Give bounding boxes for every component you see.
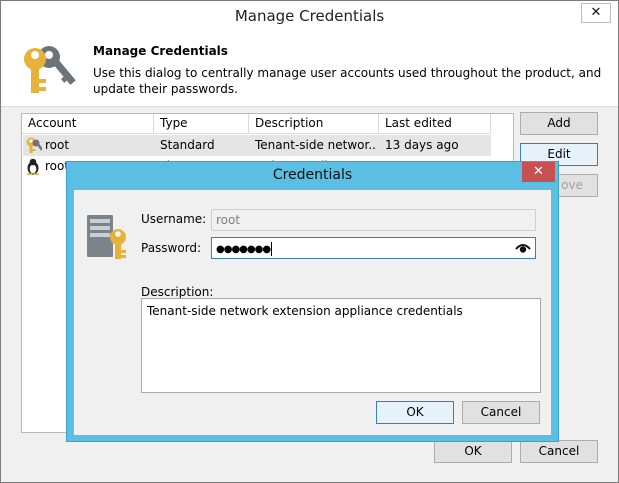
- dialog-title: Credentials: [272, 167, 353, 183]
- table-row[interactable]: root Standard Tenant-side networ... 13 d…: [23, 135, 491, 156]
- cell-account: root: [45, 138, 70, 152]
- credentials-dialog: Credentials ✕ Username: root Password: ●…: [66, 161, 559, 442]
- username-field[interactable]: root: [211, 209, 536, 231]
- window-close-button[interactable]: ✕: [581, 3, 611, 23]
- keys-icon: [24, 46, 76, 93]
- column-header-description[interactable]: Description: [249, 114, 379, 134]
- key-icon: [26, 137, 42, 153]
- dialog-ok-button[interactable]: OK: [376, 401, 454, 424]
- ok-button[interactable]: OK: [434, 440, 512, 463]
- cell-description: Tenant-side networ...: [255, 138, 377, 152]
- password-label: Password:: [141, 241, 202, 255]
- add-button[interactable]: Add: [520, 112, 598, 135]
- cell-last-edited: 13 days ago: [385, 138, 459, 152]
- text-cursor: [271, 241, 273, 256]
- header-title: Manage Credentials: [93, 44, 228, 58]
- dialog-body: Username: root Password: ●●●●●●● Descrip…: [74, 190, 551, 435]
- column-header-last-edited[interactable]: Last edited: [379, 114, 491, 134]
- cancel-button[interactable]: Cancel: [520, 440, 598, 463]
- description-label: Description:: [141, 285, 214, 299]
- header-description: Use this dialog to centrally manage user…: [93, 66, 602, 96]
- username-label: Username:: [141, 212, 207, 226]
- password-value: ●●●●●●●: [216, 244, 271, 255]
- eye-icon[interactable]: [515, 242, 531, 254]
- column-header-account[interactable]: Account: [22, 114, 154, 134]
- computer-key-icon: [87, 215, 126, 259]
- cell-type: Standard: [160, 138, 215, 152]
- linux-penguin-icon: [27, 158, 39, 175]
- window-title: Manage Credentials: [1, 1, 618, 31]
- column-header-type[interactable]: Type: [154, 114, 249, 134]
- dialog-close-button[interactable]: ✕: [522, 162, 555, 182]
- description-field[interactable]: Tenant-side network extension appliance …: [141, 298, 541, 393]
- dialog-cancel-button[interactable]: Cancel: [462, 401, 540, 424]
- password-field[interactable]: ●●●●●●●: [211, 237, 536, 259]
